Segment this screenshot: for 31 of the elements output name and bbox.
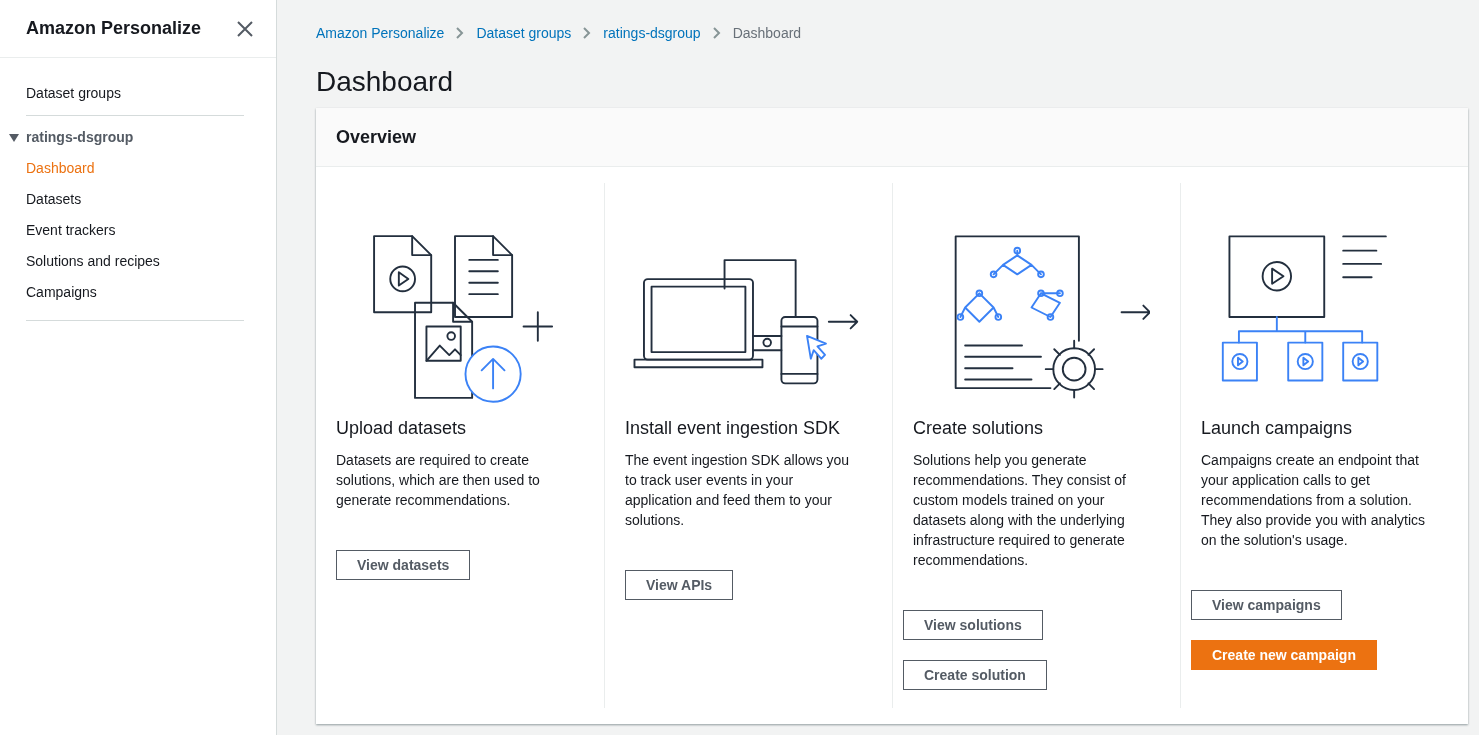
step-title: Install event ingestion SDK: [625, 417, 842, 440]
secondary-button[interactable]: View APIs: [625, 570, 734, 600]
expand-caret-icon[interactable]: [8, 132, 20, 143]
secondary-button[interactable]: Create solution: [903, 660, 1047, 690]
breadcrumb-link[interactable]: Dataset groups: [476, 22, 572, 44]
chevron-right-icon: [583, 27, 592, 39]
nav-link[interactable]: Event trackers: [26, 215, 250, 246]
step-title: Upload datasets: [336, 417, 468, 440]
step-description: Campaigns create an endpoint that your application calls to get recommendations from a solution. They also provide you with analytics on the solution's usage.: [1201, 451, 1427, 550]
sidebar-title: Amazon Personalize: [26, 17, 202, 40]
step-description: Datasets are required to create solutions, which are then used to generate recommendations.: [336, 451, 541, 510]
nav-link[interactable]: Dataset groups: [26, 78, 250, 109]
nav-link[interactable]: Datasets: [26, 184, 250, 215]
panel-title: Overview: [336, 125, 417, 149]
close-icon[interactable]: [236, 19, 254, 38]
nav-link[interactable]: Solutions and recipes: [26, 246, 250, 277]
chevron-right-icon: [456, 27, 465, 39]
step-description: The event ingestion SDK allows you to track user events in your application and feed them to your solutions.: [625, 451, 851, 530]
breadcrumb-link[interactable]: Amazon Personalize: [316, 22, 445, 44]
secondary-button[interactable]: View campaigns: [1191, 590, 1342, 620]
breadcrumb-current: Dashboard: [732, 23, 802, 43]
page-title: Dashboard: [316, 66, 454, 98]
nav-link[interactable]: Campaigns: [26, 277, 250, 308]
secondary-button[interactable]: View solutions: [903, 610, 1043, 640]
secondary-button[interactable]: View datasets: [336, 550, 471, 580]
step-title: Create solutions: [913, 417, 1045, 440]
step-title: Launch campaigns: [1201, 417, 1354, 440]
chevron-right-icon: [712, 27, 721, 39]
dataset-group-label[interactable]: ratings-dsgroup: [26, 122, 134, 153]
breadcrumb-link[interactable]: ratings-dsgroup: [603, 22, 701, 44]
step-description: Solutions help you generate recommendations. They consist of custom models trained on your datasets along with the underlying infrastructure required to generate recommendations.: [913, 451, 1127, 570]
